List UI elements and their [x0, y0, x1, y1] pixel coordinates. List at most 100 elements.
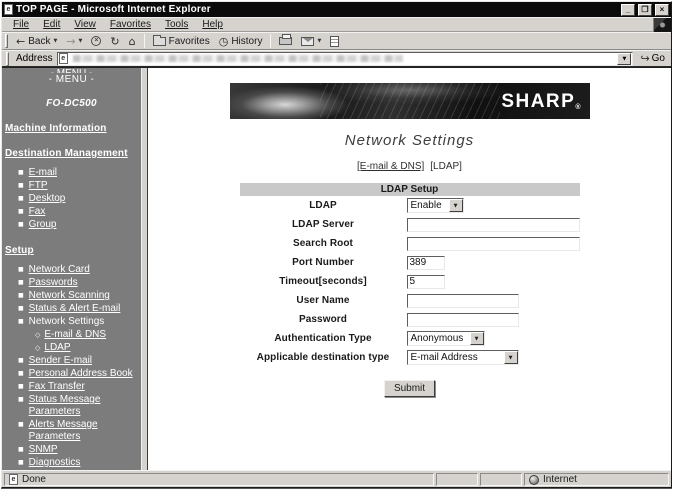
form-row-ldap-server: LDAP Server	[240, 215, 580, 234]
password-input[interactable]	[406, 312, 519, 327]
toolbar-grip[interactable]	[5, 34, 8, 48]
address-input[interactable]: e ▼	[56, 51, 634, 66]
restore-button[interactable]: ❐	[638, 3, 652, 16]
form-row-port-number: Port Number	[240, 253, 580, 272]
list-item: ■ SNMP	[18, 444, 138, 456]
document-icon: e	[9, 474, 18, 485]
forward-arrow-icon: →	[66, 34, 76, 48]
refresh-button[interactable]: ↻	[106, 33, 123, 49]
sidebar-item-fax-transfer[interactable]: Fax Transfer	[29, 381, 85, 393]
menu-view[interactable]: View	[67, 19, 103, 30]
sub-bullet-icon: ◇	[35, 331, 41, 339]
print-button[interactable]	[275, 33, 296, 49]
stop-button[interactable]: ×	[87, 33, 105, 49]
sidebar-item-personal-address-book[interactable]: Personal Address Book	[29, 368, 133, 380]
sidebar-item-email[interactable]: E-mail	[29, 167, 57, 179]
favorites-button[interactable]: Favorites	[149, 33, 214, 49]
favorites-label: Favorites	[168, 35, 210, 47]
sidebar-item-diagnostics[interactable]: Diagnostics	[29, 457, 81, 469]
menu-tools[interactable]: Tools	[158, 19, 195, 30]
status-message: Done	[22, 474, 46, 485]
ldap-select[interactable]: Enable ▼	[406, 198, 464, 213]
sidebar-item-network-card[interactable]: Network Card	[29, 264, 90, 276]
forward-button[interactable]: → ▼	[62, 33, 86, 49]
home-button[interactable]: ⌂	[125, 33, 140, 49]
mail-button[interactable]: ▼	[297, 33, 325, 49]
window-title: TOP PAGE - Microsoft Internet Explorer	[16, 4, 211, 15]
sidebar-item-fax[interactable]: Fax	[29, 206, 46, 218]
setup-list-continued: ■ Sender E-mail ■ Personal Address Book ■ F…	[18, 355, 138, 470]
mail-icon	[301, 36, 315, 46]
sidebar-link-machine-information[interactable]: Machine Information	[5, 123, 138, 134]
sidebar-item-group[interactable]: Group	[29, 219, 57, 231]
bullet-icon: ■	[18, 383, 24, 390]
standard-toolbar: ← Back ▼ → ▼ × ↻ ⌂ Favorites ◷ History ▼	[2, 32, 671, 50]
search-root-input[interactable]	[406, 236, 580, 251]
password-label: Password	[298, 314, 348, 325]
sidebar-item-status-alert-email[interactable]: Status & Alert E-mail	[29, 303, 121, 315]
email-dns-link[interactable]: [E-mail & DNS]	[357, 161, 424, 172]
port-number-input[interactable]	[406, 255, 445, 270]
menu-favorites[interactable]: Favorites	[103, 19, 158, 30]
submit-button[interactable]: Submit	[383, 380, 436, 397]
menu-file[interactable]: File	[6, 19, 36, 30]
timeout-input[interactable]	[406, 274, 445, 289]
bullet-icon: ■	[18, 446, 24, 453]
bullet-icon: ■	[18, 292, 24, 299]
ldap-label: LDAP	[309, 200, 337, 211]
list-item: ■ FTP	[18, 180, 138, 192]
edit-button[interactable]	[326, 33, 343, 49]
sidebar-item-status-message-parameters[interactable]: Status Message Parameters	[29, 394, 138, 418]
sidebar-item-email-dns[interactable]: E-mail & DNS	[44, 329, 106, 341]
security-zone-panel: Internet	[524, 473, 669, 486]
bullet-icon: ■	[18, 169, 24, 176]
history-clock-icon: ◷	[218, 34, 229, 48]
content-frame: SHARP® Network Settings [E-mail & DNS] [L…	[148, 68, 671, 470]
home-icon: ⌂	[128, 34, 136, 48]
ldap-server-input[interactable]	[406, 217, 580, 232]
status-panel	[436, 473, 478, 486]
sidebar-item-ftp[interactable]: FTP	[29, 180, 48, 192]
sidebar-item-ldap[interactable]: LDAP	[44, 342, 70, 354]
list-item: ■ Network Card	[18, 264, 138, 276]
authentication-type-select[interactable]: Anonymous ▼	[406, 331, 485, 346]
sidebar-item-passwords[interactable]: Passwords	[29, 277, 78, 289]
address-dropdown-button[interactable]: ▼	[617, 52, 632, 65]
list-item: ◇ E-mail & DNS	[35, 329, 138, 341]
menu-edit[interactable]: Edit	[36, 19, 67, 30]
menu-help[interactable]: Help	[195, 19, 230, 30]
toolbar-separator	[143, 34, 145, 48]
minimize-button[interactable]: _	[621, 3, 635, 16]
frame-splitter[interactable]	[141, 68, 148, 470]
sidebar-link-setup[interactable]: Setup	[5, 245, 138, 256]
list-item: ■ Sender E-mail	[18, 355, 138, 367]
list-item: ■ Network Scanning	[18, 290, 138, 302]
applicable-destination-type-select[interactable]: E-mail Address ▼	[406, 350, 519, 365]
bullet-icon: ■	[18, 370, 24, 377]
zone-label: Internet	[543, 474, 577, 485]
sidebar-item-alerts-message-parameters[interactable]: Alerts Message Parameters	[29, 419, 138, 443]
sidebar-item-sender-email[interactable]: Sender E-mail	[29, 355, 92, 367]
sidebar-item-desktop[interactable]: Desktop	[29, 193, 66, 205]
sidebar-clipped-text: - MENU -	[5, 68, 138, 73]
sidebar-item-network-scanning[interactable]: Network Scanning	[29, 290, 110, 302]
sidebar-link-destination-management[interactable]: Destination Management	[5, 148, 138, 159]
bullet-icon: ■	[18, 421, 24, 428]
sidebar-menu-title: - MENU -	[48, 74, 95, 85]
globe-icon	[529, 474, 539, 485]
back-button[interactable]: ← Back ▼	[12, 33, 61, 49]
go-button[interactable]: ↪ Go	[637, 53, 668, 64]
applicable-destination-type-value: E-mail Address	[410, 352, 478, 363]
ldap-tab-current: [LDAP]	[430, 161, 462, 172]
history-button[interactable]: ◷ History	[215, 33, 267, 49]
authentication-type-label: Authentication Type	[274, 333, 372, 344]
user-name-input[interactable]	[406, 293, 519, 308]
addressbar-grip[interactable]	[6, 51, 9, 66]
ldap-select-value: Enable	[410, 200, 442, 211]
list-item: ■ Alerts Message Parameters	[18, 419, 138, 443]
bullet-icon: ■	[18, 195, 24, 202]
bullet-icon: ■	[18, 221, 24, 228]
close-button[interactable]: ×	[655, 3, 669, 16]
sidebar-item-snmp[interactable]: SNMP	[29, 444, 58, 456]
list-item: ■ E-mail	[18, 167, 138, 179]
